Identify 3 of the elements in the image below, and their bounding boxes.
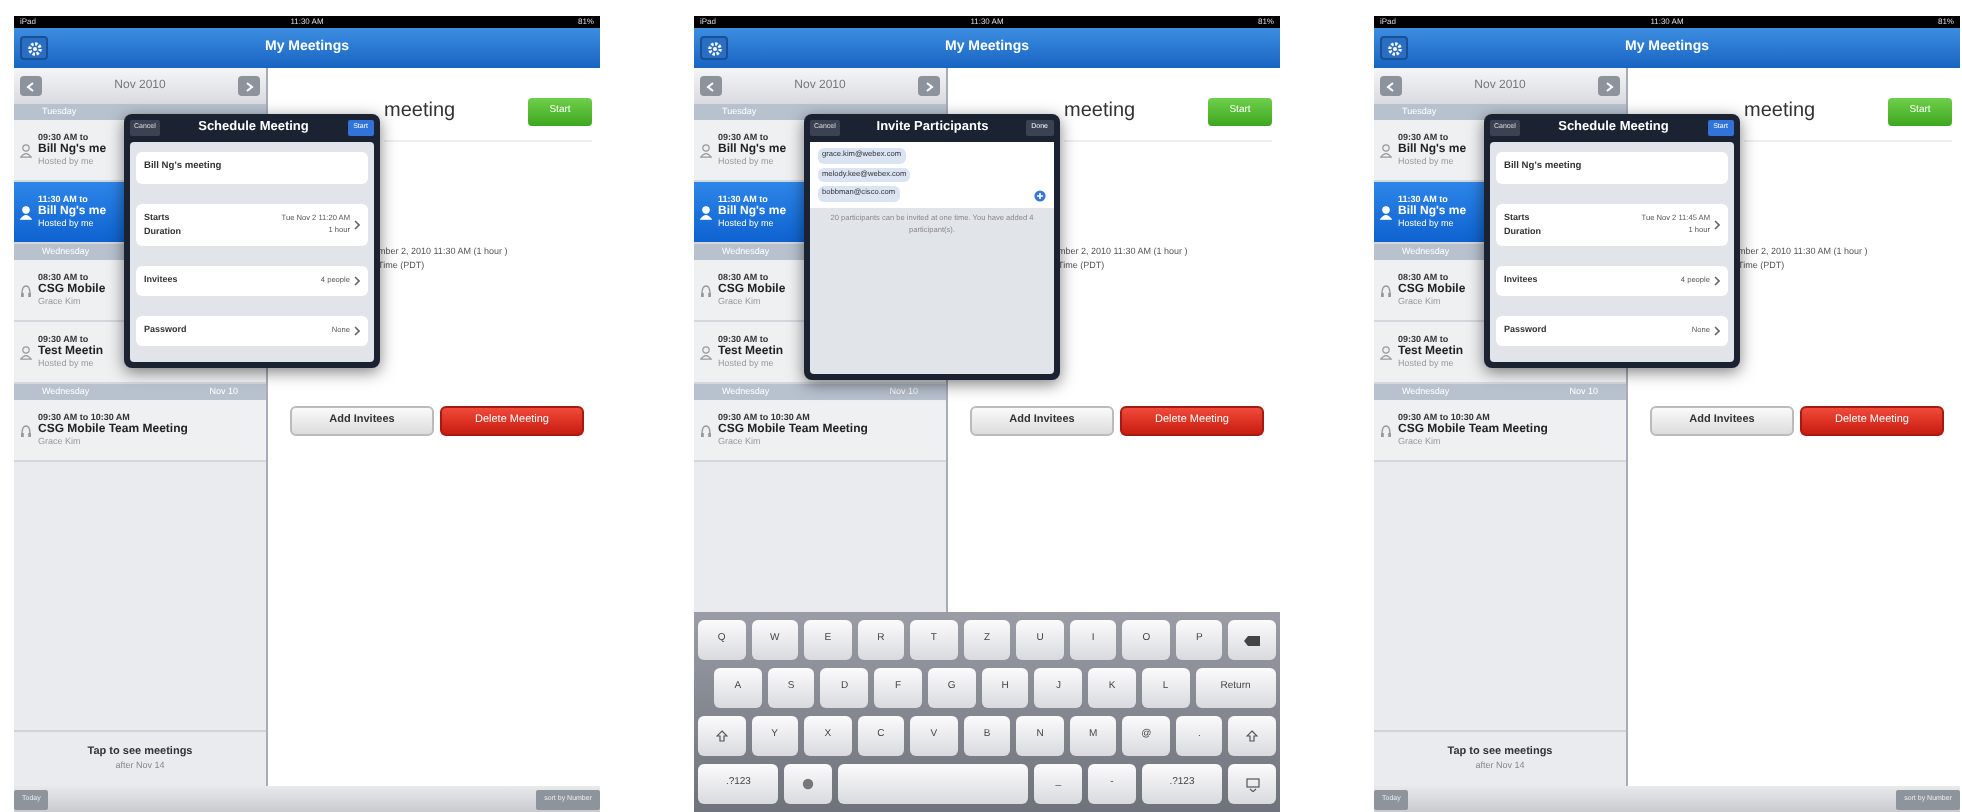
- meeting-title: meeting: [1744, 98, 1816, 126]
- meeting-title: meeting: [384, 98, 456, 126]
- meeting-title: meeting: [1064, 98, 1136, 126]
